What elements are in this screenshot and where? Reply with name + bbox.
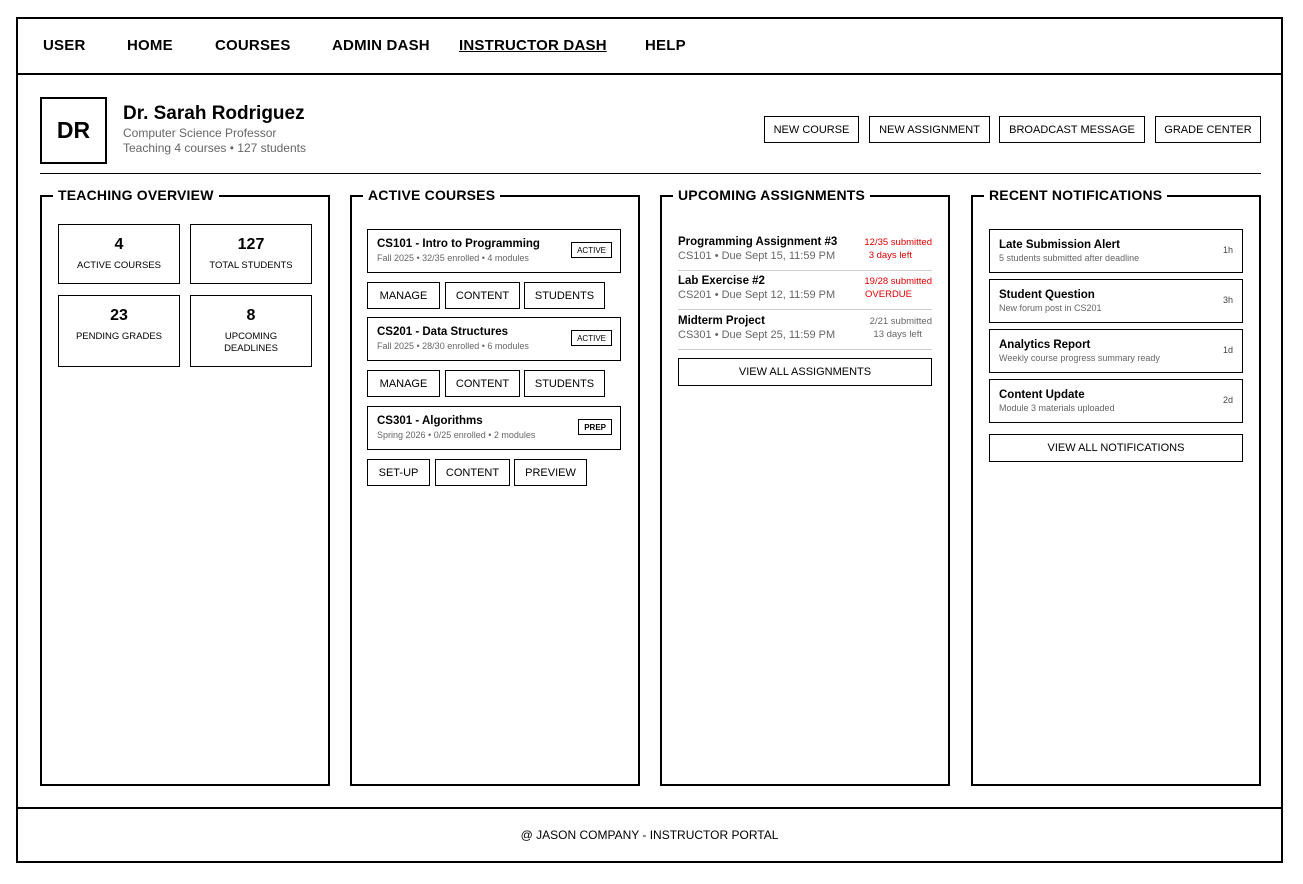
- nav-courses[interactable]: COURSES: [215, 37, 291, 54]
- panel-title: ACTIVE COURSES: [363, 187, 501, 203]
- notification-title: Content Update: [999, 389, 1085, 401]
- students-button[interactable]: STUDENTS: [524, 282, 605, 309]
- nav-help[interactable]: HELP: [645, 37, 686, 54]
- assignment-title: Midterm Project: [678, 315, 765, 327]
- new-course-button[interactable]: NEW COURSE: [764, 116, 859, 143]
- setup-button[interactable]: SET-UP: [367, 459, 430, 486]
- stat-label: ACTIVE COURSES: [77, 260, 161, 271]
- course-name: CS201 - Data Structures: [377, 326, 509, 338]
- notification-time: 1d: [1222, 345, 1233, 355]
- grade-center-button[interactable]: GRADE CENTER: [1155, 116, 1261, 143]
- assignment-item[interactable]: Lab Exercise #2 CS201 • Due Sept 12, 11:…: [678, 271, 932, 310]
- stat-value: 127: [237, 236, 265, 253]
- teaching-overview-panel: TEACHING OVERVIEW 4 ACTIVE COURSES 127 T…: [40, 187, 330, 786]
- assignment-title: Lab Exercise #2: [678, 275, 765, 287]
- stat-label: TOTAL STUDENTS: [209, 260, 293, 271]
- instructor-name: Dr. Sarah Rodriguez: [123, 103, 305, 124]
- students-button[interactable]: STUDENTS: [524, 370, 605, 397]
- manage-button[interactable]: MANAGE: [367, 282, 440, 309]
- stat-value: 8: [246, 307, 256, 324]
- notification-time: 2d: [1222, 395, 1233, 405]
- view-all-notifications-button[interactable]: VIEW ALL NOTIFICATIONS: [989, 434, 1243, 462]
- course-card-cs101[interactable]: CS101 - Intro to Programming Fall 2025 •…: [367, 229, 621, 273]
- course-meta: Fall 2025 • 28/30 enrolled • 6 modules: [377, 341, 529, 351]
- notification-item[interactable]: Analytics Report Weekly course progress …: [989, 329, 1243, 373]
- stat-label: PENDING GRADES: [75, 331, 163, 342]
- view-all-assignments-button[interactable]: VIEW ALL ASSIGNMENTS: [678, 358, 932, 386]
- top-nav: USER HOME COURSES ADMIN DASH INSTRUCTOR …: [18, 19, 1281, 75]
- stat-value: 23: [110, 307, 128, 324]
- active-courses-panel: ACTIVE COURSES CS101 - Intro to Programm…: [350, 187, 640, 786]
- page-frame: USER HOME COURSES ADMIN DASH INSTRUCTOR …: [16, 17, 1283, 863]
- notification-item[interactable]: Late Submission Alert 5 students submitt…: [989, 229, 1243, 273]
- assignment-status: OVERDUE: [865, 289, 912, 300]
- panel-title: RECENT NOTIFICATIONS: [984, 187, 1168, 203]
- assignment-submitted: 19/28 submitted: [864, 276, 932, 287]
- course-card-cs301[interactable]: CS301 - Algorithms Spring 2026 • 0/25 en…: [367, 406, 621, 450]
- content-button[interactable]: CONTENT: [435, 459, 510, 486]
- footer-text: @ JASON COMPANY - INSTRUCTOR PORTAL: [520, 828, 779, 842]
- stat-label: UPCOMING DEADLINES: [224, 331, 278, 354]
- assignment-title: Programming Assignment #3: [678, 236, 838, 248]
- assignment-due: CS201 • Due Sept 12, 11:59 PM: [678, 289, 836, 301]
- panel-title: TEACHING OVERVIEW: [53, 187, 219, 203]
- content-button[interactable]: CONTENT: [445, 282, 520, 309]
- recent-notifications-panel: RECENT NOTIFICATIONS Late Submission Ale…: [971, 187, 1261, 786]
- assignment-status: 3 days left: [868, 250, 912, 261]
- stat-active-courses: 4 ACTIVE COURSES: [58, 224, 180, 284]
- content-button[interactable]: CONTENT: [445, 370, 520, 397]
- notification-title: Student Question: [999, 289, 1095, 301]
- stat-value: 4: [114, 236, 124, 253]
- nav-home[interactable]: HOME: [127, 37, 173, 54]
- manage-button[interactable]: MANAGE: [367, 370, 440, 397]
- notification-body: Weekly course progress summary ready: [999, 353, 1160, 363]
- broadcast-message-button[interactable]: BROADCAST MESSAGE: [999, 116, 1145, 143]
- avatar: DR: [40, 97, 107, 164]
- assignment-submitted: 2/21 submitted: [869, 316, 932, 327]
- assignment-due: CS301 • Due Sept 25, 11:59 PM: [678, 329, 836, 341]
- course-meta: Spring 2026 • 0/25 enrolled • 2 modules: [377, 430, 536, 440]
- notification-item[interactable]: Student Question New forum post in CS201…: [989, 279, 1243, 323]
- notification-item[interactable]: Content Update Module 3 materials upload…: [989, 379, 1243, 423]
- notification-body: 5 students submitted after deadline: [999, 253, 1140, 263]
- new-assignment-button[interactable]: NEW ASSIGNMENT: [869, 116, 990, 143]
- stat-pending-grades: 23 PENDING GRADES: [58, 295, 180, 367]
- upcoming-assignments-panel: UPCOMING ASSIGNMENTS Programming Assignm…: [660, 187, 950, 786]
- notification-title: Late Submission Alert: [999, 239, 1120, 251]
- nav-instructor-dash[interactable]: INSTRUCTOR DASH: [459, 37, 607, 54]
- panel-title: UPCOMING ASSIGNMENTS: [673, 187, 871, 203]
- notification-time: 3h: [1222, 295, 1233, 305]
- notification-title: Analytics Report: [999, 339, 1091, 351]
- header-divider: [40, 173, 1261, 174]
- assignment-item[interactable]: Midterm Project CS301 • Due Sept 25, 11:…: [678, 311, 932, 350]
- course-name: CS101 - Intro to Programming: [377, 238, 540, 250]
- assignment-item[interactable]: Programming Assignment #3 CS101 • Due Se…: [678, 232, 932, 271]
- nav-admin-dash[interactable]: ADMIN DASH: [332, 37, 430, 54]
- instructor-title: Computer Science Professor: [123, 126, 277, 140]
- notification-body: New forum post in CS201: [999, 303, 1102, 313]
- status-badge: ACTIVE: [571, 242, 612, 258]
- assignment-status: 13 days left: [873, 329, 922, 340]
- status-badge: PREP: [578, 419, 612, 435]
- preview-button[interactable]: PREVIEW: [514, 459, 587, 486]
- stat-total-students: 127 TOTAL STUDENTS: [190, 224, 312, 284]
- footer: @ JASON COMPANY - INSTRUCTOR PORTAL: [18, 807, 1281, 861]
- nav-user[interactable]: USER: [43, 37, 85, 54]
- assignment-due: CS101 • Due Sept 15, 11:59 PM: [678, 250, 836, 262]
- course-card-cs201[interactable]: CS201 - Data Structures Fall 2025 • 28/3…: [367, 317, 621, 361]
- instructor-stats: Teaching 4 courses • 127 students: [123, 141, 306, 155]
- course-meta: Fall 2025 • 32/35 enrolled • 4 modules: [377, 253, 529, 263]
- stat-upcoming-deadlines: 8 UPCOMING DEADLINES: [190, 295, 312, 367]
- notification-time: 1h: [1222, 245, 1233, 255]
- status-badge: ACTIVE: [571, 330, 612, 346]
- notification-body: Module 3 materials uploaded: [999, 403, 1115, 413]
- assignment-submitted: 12/35 submitted: [864, 237, 932, 248]
- course-name: CS301 - Algorithms: [377, 415, 483, 427]
